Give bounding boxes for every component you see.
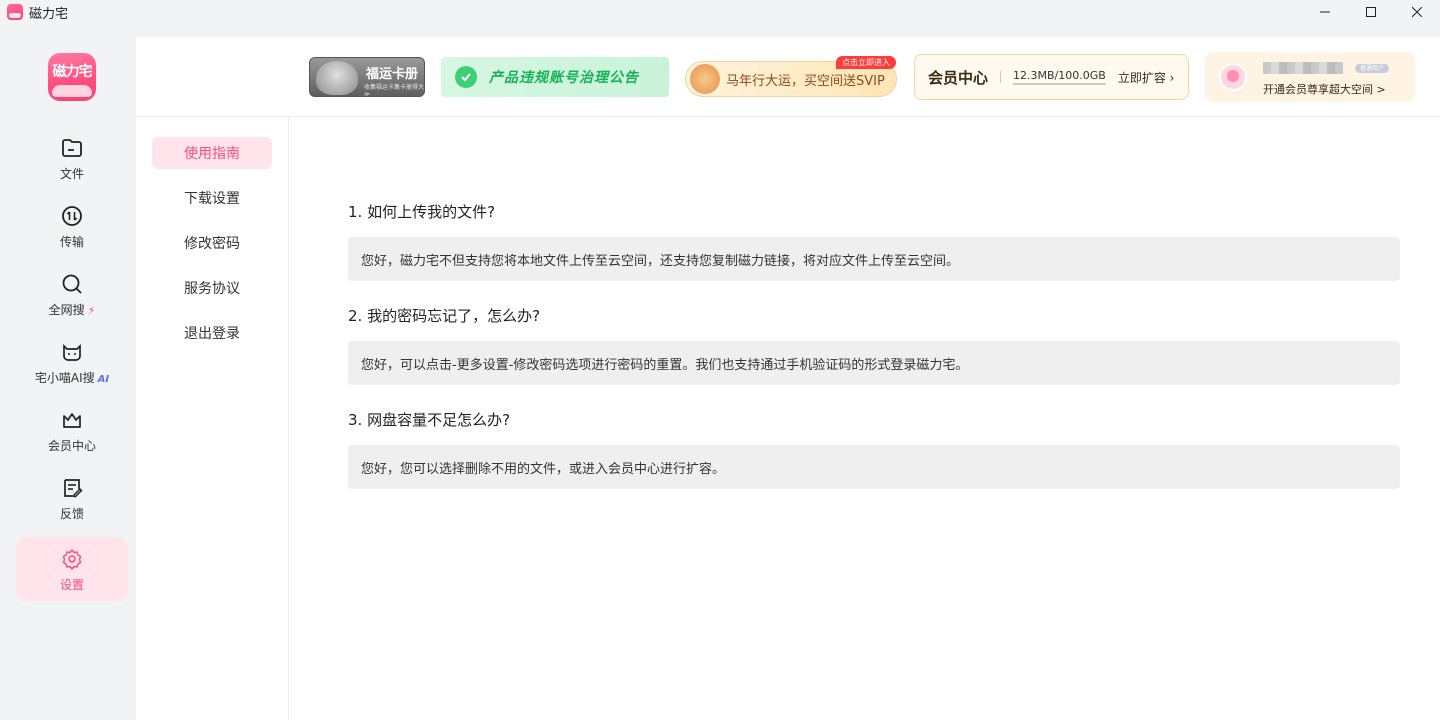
cat-icon: [59, 339, 85, 365]
minimize-icon: [1320, 11, 1330, 13]
nav-label: 文件: [59, 166, 84, 181]
nav-label: 全网搜 ⚡: [49, 301, 96, 318]
nav-label-text: 全网搜: [48, 302, 85, 317]
nav-item-files[interactable]: 文件: [16, 126, 128, 190]
faq-answer: 您好，可以点击-更多设置-修改密码选项进行密码的重置。我们也支持通过手机验证码的…: [348, 341, 1400, 385]
left-nav: 磁力宅 文件 传输 全网搜 ⚡ 宅小喵AI搜 AI 会员中心 反馈 设置: [8, 37, 136, 720]
minimize-button[interactable]: [1302, 0, 1348, 24]
nav-item-vip[interactable]: 会员中心: [16, 398, 128, 462]
divider: [1000, 71, 1002, 83]
transfer-icon: [59, 203, 85, 229]
avatar[interactable]: [1219, 63, 1247, 91]
crown-icon: [59, 407, 85, 433]
subnav-item-guide[interactable]: 使用指南: [152, 137, 272, 169]
feedback-icon: [59, 475, 85, 501]
vip-title: 会员中心: [928, 68, 989, 87]
nav-item-feedback[interactable]: 反馈: [16, 466, 128, 530]
app-icon: [7, 4, 23, 20]
app-logo: 磁力宅: [48, 53, 96, 101]
nav-label: 设置: [59, 577, 84, 592]
faq-answer: 您好，磁力宅不但支持您将本地文件上传至云空间，还支持您复制磁力链接，将对应文件上…: [348, 237, 1400, 281]
nav-label: 宅小喵AI搜 AI: [35, 369, 109, 386]
horse-mascot-icon: [690, 64, 720, 94]
folder-icon: [59, 135, 85, 161]
subnav-item-terms[interactable]: 服务协议: [152, 272, 272, 304]
user-card[interactable]: 普通用户 开通会员尊享超大空间 >: [1205, 52, 1415, 102]
fuyun-subtitle: 收集福运卡集卡册得大奖: [364, 84, 425, 97]
subnav-item-logout[interactable]: 退出登录: [152, 317, 272, 349]
fuyun-card-banner[interactable]: 福运卡册 收集福运卡集卡册得大奖: [309, 57, 425, 97]
subnav-item-change-password[interactable]: 修改密码: [152, 227, 272, 259]
nav-label: 会员中心: [47, 438, 96, 453]
nav-item-search[interactable]: 全网搜 ⚡: [16, 262, 128, 326]
main-panel: 福运卡册 收集福运卡集卡册得大奖 产品违规账号治理公告 马年行大运，买空间送SV…: [136, 37, 1440, 720]
nav-item-transfer[interactable]: 传输: [16, 194, 128, 258]
faq-question: 1. 如何上传我的文件?: [348, 203, 496, 221]
close-button[interactable]: [1394, 0, 1440, 24]
maximize-icon: [1366, 7, 1376, 17]
promo-banner[interactable]: 马年行大运，买空间送SVIP 点击立即进入: [685, 56, 897, 97]
notice-text: 产品违规账号治理公告: [489, 70, 639, 86]
fuyun-title: 福运卡册: [366, 67, 419, 82]
notice-banner[interactable]: 产品违规账号治理公告: [441, 57, 669, 97]
storage-usage: 12.3MB/100.0GB: [1013, 69, 1106, 85]
close-icon: [1412, 7, 1422, 17]
nav-label-text: 宅小喵AI搜: [34, 370, 95, 385]
search-icon: [59, 271, 85, 297]
lightning-icon: ⚡: [87, 303, 96, 317]
nav-label: 传输: [59, 234, 84, 249]
maximize-button[interactable]: [1348, 0, 1394, 24]
shield-icon: [455, 66, 477, 88]
gear-icon: [59, 546, 85, 572]
faq-answer: 您好，您可以选择删除不用的文件，或进入会员中心进行扩容。: [348, 445, 1400, 489]
faq-question: 3. 网盘容量不足怎么办?: [348, 411, 511, 429]
logo-wave: [52, 85, 92, 97]
faq-question: 2. 我的密码忘记了，怎么办?: [348, 307, 541, 325]
mascot-icon: [316, 61, 358, 95]
nav-label: 反馈: [59, 506, 84, 521]
title-bar: 磁力宅: [0, 0, 1440, 24]
vip-center-banner[interactable]: 会员中心 12.3MB/100.0GB 立即扩容 ›: [914, 54, 1189, 100]
upgrade-link[interactable]: 开通会员尊享超大空间 >: [1263, 81, 1386, 97]
username-redacted: [1263, 62, 1343, 74]
window-title: 磁力宅: [29, 6, 69, 22]
promo-text: 马年行大运，买空间送SVIP: [726, 73, 885, 89]
subnav-item-download-settings[interactable]: 下载设置: [152, 182, 272, 214]
settings-subnav: 使用指南 下载设置 修改密码 服务协议 退出登录: [136, 117, 289, 720]
ai-badge: AI: [97, 373, 110, 385]
logo-text: 磁力宅: [52, 64, 93, 80]
nav-item-settings[interactable]: 设置: [16, 537, 128, 601]
top-bar: 福运卡册 收集福运卡集卡册得大奖 产品违规账号治理公告 马年行大运，买空间送SV…: [136, 37, 1440, 117]
promo-tag: 点击立即进入: [836, 56, 896, 69]
nav-item-ai-search[interactable]: 宅小喵AI搜 AI: [16, 330, 128, 394]
expand-storage-link[interactable]: 立即扩容 ›: [1118, 69, 1175, 86]
user-level-badge: 普通用户: [1355, 64, 1389, 73]
window-controls: [1302, 0, 1440, 24]
